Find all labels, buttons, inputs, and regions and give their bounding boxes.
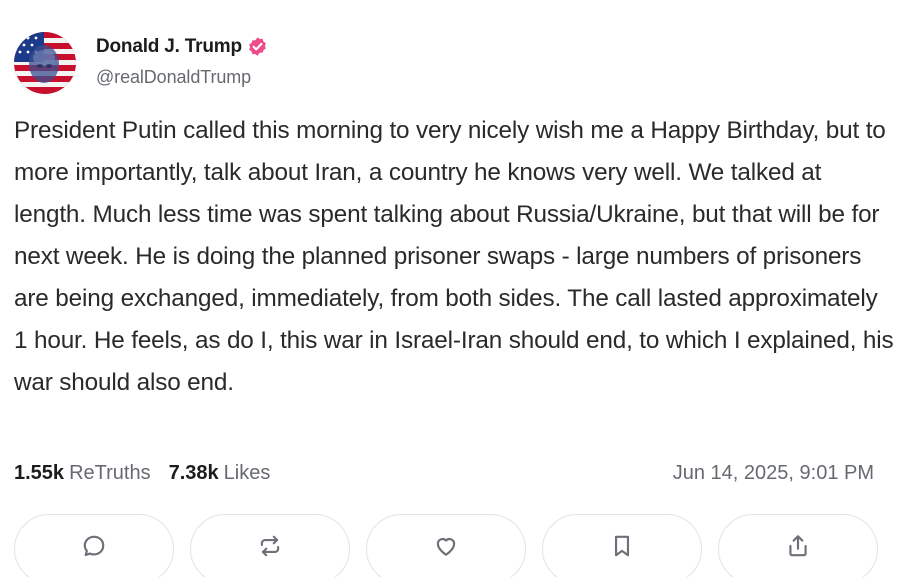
- name-row: Donald J. Trump: [96, 35, 268, 59]
- post-header: Donald J. Trump @realDonaldTrump: [14, 32, 268, 94]
- retruths-count[interactable]: 1.55k: [14, 462, 64, 485]
- likes-label[interactable]: Likes: [224, 462, 271, 485]
- verified-badge-icon: [247, 36, 268, 57]
- comment-icon: [83, 535, 105, 557]
- flag-portrait-avatar-icon: [14, 32, 76, 94]
- author-avatar[interactable]: [14, 32, 76, 94]
- author-handle[interactable]: @realDonaldTrump: [96, 67, 268, 88]
- bookmark-button[interactable]: [542, 514, 702, 577]
- repost-icon: [260, 535, 280, 557]
- author-names: Donald J. Trump @realDonaldTrump: [96, 35, 268, 88]
- likes-count[interactable]: 7.38k: [169, 462, 219, 485]
- action-bar: [14, 514, 880, 577]
- retruths-label[interactable]: ReTruths: [69, 462, 151, 485]
- heart-icon: [436, 538, 456, 556]
- share-icon: [789, 535, 807, 557]
- bookmark-icon: [614, 535, 630, 557]
- reply-button[interactable]: [14, 514, 174, 577]
- retruth-button[interactable]: [190, 514, 350, 577]
- like-button[interactable]: [366, 514, 526, 577]
- post-text: President Putin called this morning to v…: [14, 117, 894, 396]
- share-button[interactable]: [718, 514, 878, 577]
- post-stats: 1.55k ReTruths 7.38k Likes: [14, 462, 270, 485]
- post-timestamp[interactable]: Jun 14, 2025, 9:01 PM: [673, 462, 874, 485]
- truth-post-card: Donald J. Trump @realDonaldTrump Preside…: [0, 0, 907, 577]
- author-display-name[interactable]: Donald J. Trump: [96, 36, 242, 58]
